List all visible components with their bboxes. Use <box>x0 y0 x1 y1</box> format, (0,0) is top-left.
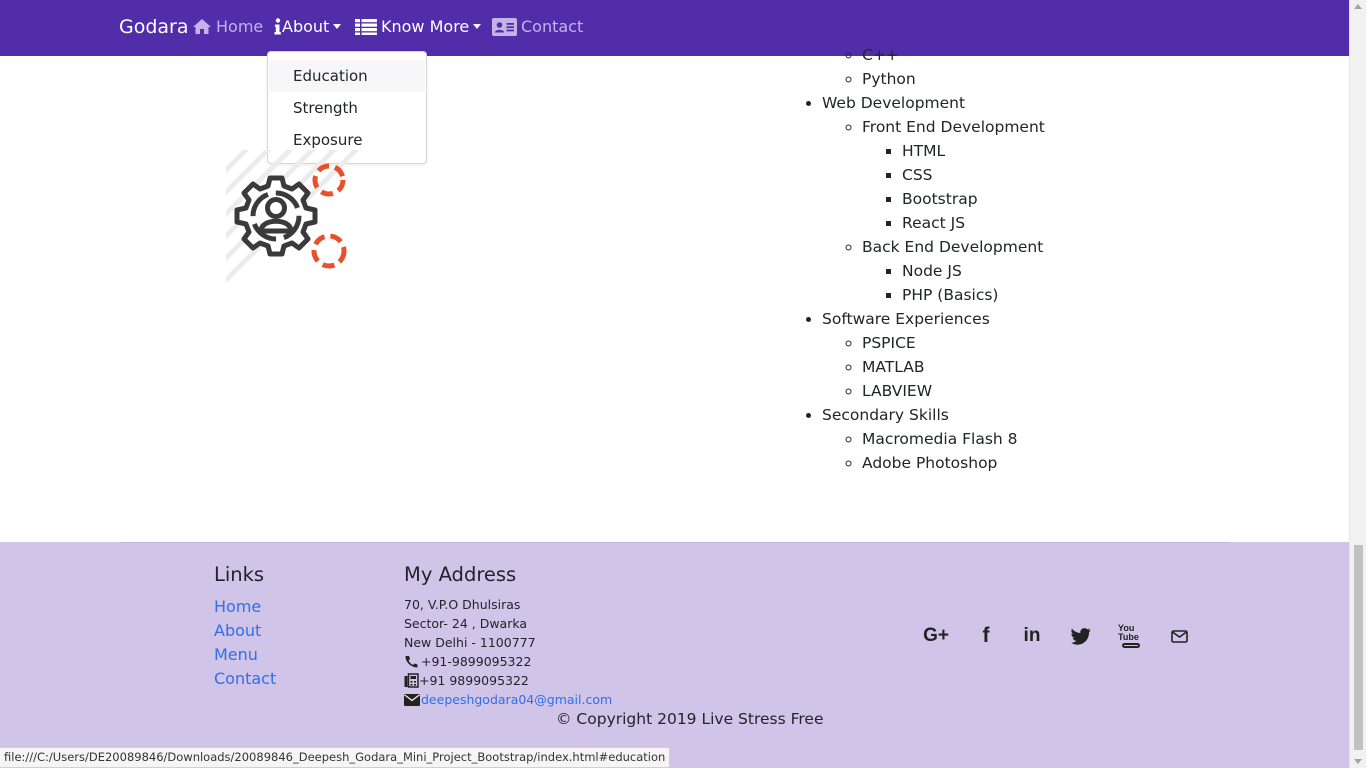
footer <box>0 542 1349 768</box>
nav-contact[interactable]: Contact <box>492 17 583 36</box>
footer-links-list: Home About Menu Contact <box>214 595 276 691</box>
list-item: Secondary Skills Macromedia Flash 8 Adob… <box>822 403 1045 475</box>
vertical-scrollbar[interactable] <box>1349 0 1366 768</box>
address-line: Sector- 24 , Dwarka <box>404 616 528 631</box>
address-card-icon <box>492 17 517 36</box>
list-item: Node JS <box>902 259 1045 283</box>
fax-icon <box>404 673 419 688</box>
about-dropdown-menu: Education Strength Exposure <box>267 51 427 164</box>
footer-links-heading: Links <box>214 563 265 586</box>
dropdown-item-education[interactable]: Education <box>269 60 425 92</box>
list-item: C++ Python <box>822 43 1045 91</box>
footer-address-heading: My Address <box>404 563 517 586</box>
list-item: Front End Development HTML CSS Bootstrap… <box>862 115 1045 235</box>
list-item: PHP (Basics) <box>902 283 1045 307</box>
nav-know-more-label: Know More <box>381 17 470 36</box>
footer-link-contact[interactable]: Contact <box>214 669 276 688</box>
user-settings-gears-illustration <box>226 150 358 282</box>
youtube-icon[interactable]: You Tube <box>1118 624 1144 648</box>
footer-divider <box>120 542 1230 543</box>
list-item: React JS <box>902 211 1045 235</box>
list-item: PSPICE <box>862 331 1045 355</box>
list-item: Web Development Front End Development HT… <box>822 91 1045 307</box>
address-line: 70, V.P.O Dhulsiras <box>404 597 521 612</box>
list-item: Macromedia Flash 8 <box>862 427 1045 451</box>
home-icon <box>193 19 211 34</box>
nav-contact-label: Contact <box>521 17 584 36</box>
info-icon <box>274 18 281 35</box>
envelope-icon <box>404 693 420 706</box>
address-phone: +91-9899095322 <box>404 652 612 671</box>
scroll-down-arrow-icon[interactable] <box>1354 759 1362 764</box>
dropdown-item-strength[interactable]: Strength <box>269 92 425 124</box>
facebook-icon[interactable]: f <box>976 624 996 648</box>
linkedin-icon[interactable]: in <box>1020 624 1044 648</box>
footer-link-home[interactable]: Home <box>214 597 261 616</box>
list-icon <box>355 19 377 35</box>
list-item: Python <box>862 67 1045 91</box>
envelope-outline-icon <box>1170 629 1188 643</box>
navbar-brand[interactable]: Godara <box>119 16 189 38</box>
list-item: Software Experiences PSPICE MATLAB LABVI… <box>822 307 1045 403</box>
address-fax: +91 9899095322 <box>404 671 612 690</box>
browser-status-bar: file:///C:/Users/DE20089846/Downloads/20… <box>0 747 671 768</box>
caret-down-icon <box>333 24 342 29</box>
caret-down-icon <box>473 24 482 29</box>
scroll-up-arrow-icon[interactable] <box>1354 4 1362 9</box>
list-item: Adobe Photoshop <box>862 451 1045 475</box>
list-item: C++ <box>862 43 1045 67</box>
twitter-bird-icon <box>1071 627 1091 645</box>
email-link[interactable]: deepeshgodara04@gmail.com <box>421 690 612 709</box>
fax-number: +91 9899095322 <box>419 673 529 688</box>
list-item: CSS <box>902 163 1045 187</box>
google-plus-icon[interactable]: G+ <box>920 624 952 648</box>
nav-home-label: Home <box>216 17 264 36</box>
phone-number: +91-9899095322 <box>421 654 532 669</box>
copyright: © Copyright 2019 Live Stress Free <box>556 710 824 728</box>
address-email: deepeshgodara04@gmail.com <box>404 690 612 709</box>
twitter-icon[interactable] <box>1069 624 1093 648</box>
list-item: Bootstrap <box>902 187 1045 211</box>
footer-link-menu[interactable]: Menu <box>214 645 258 664</box>
envelope-icon[interactable] <box>1168 624 1190 648</box>
nav-about-label: About <box>282 17 330 36</box>
footer-link-about[interactable]: About <box>214 621 261 640</box>
list-item: HTML <box>902 139 1045 163</box>
list-item: Back End Development Node JS PHP (Basics… <box>862 235 1045 307</box>
nav-about-toggle[interactable]: About <box>274 17 342 36</box>
nav-know-more-toggle[interactable]: Know More <box>355 17 482 36</box>
list-item: LABVIEW <box>862 379 1045 403</box>
scrollbar-thumb[interactable] <box>1354 545 1363 750</box>
navbar: Godara Home About Know More Contact <box>0 0 1349 56</box>
list-item: MATLAB <box>862 355 1045 379</box>
phone-icon <box>405 656 418 668</box>
nav-home[interactable]: Home <box>192 17 263 36</box>
youtube-icon-text: You Tube <box>1118 623 1139 642</box>
skills-list: C++ Python Web Development Front End Dev… <box>780 43 1045 475</box>
footer-address: 70, V.P.O Dhulsiras Sector- 24 , Dwarka … <box>404 595 612 709</box>
address-line: New Delhi - 1100777 <box>404 635 536 650</box>
